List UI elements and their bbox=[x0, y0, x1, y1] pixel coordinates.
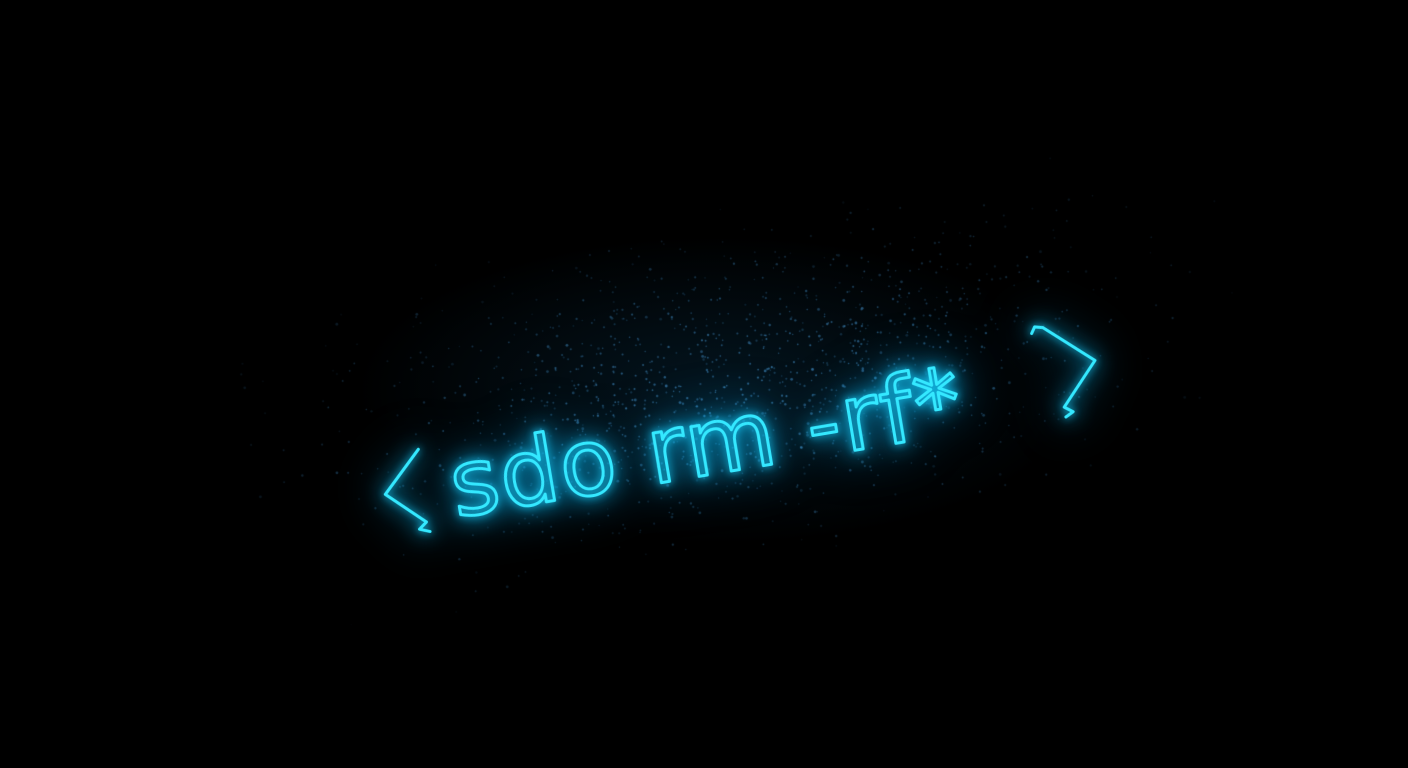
command-text: sdo rm -rf* bbox=[442, 348, 971, 539]
neon-scene: sdo rm -rf* bbox=[0, 0, 1408, 768]
close-bracket-icon bbox=[1030, 325, 1097, 419]
neon-sign: sdo rm -rf* bbox=[383, 325, 1097, 540]
open-bracket-icon bbox=[383, 447, 432, 534]
